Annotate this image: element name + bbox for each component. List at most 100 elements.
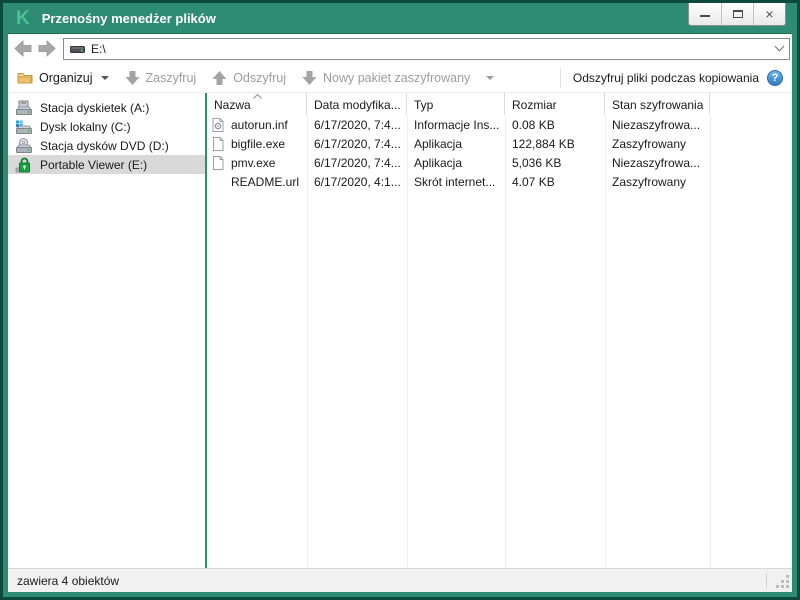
- file-type: Aplikacja: [407, 137, 505, 151]
- address-dropdown-icon[interactable]: [775, 42, 785, 52]
- file-size: 122,884 KB: [505, 137, 605, 151]
- close-icon: ×: [765, 7, 773, 21]
- sidebar-item-drive-c[interactable]: Dysk lokalny (C:): [8, 117, 205, 136]
- file-row-autorun[interactable]: autorun.inf 6/17/2020, 7:4... Informacje…: [207, 115, 792, 134]
- back-arrow-icon: [13, 40, 33, 57]
- column-label: Data modyfika...: [314, 98, 401, 112]
- decrypt-on-copy-label: Odszyfruj pliki podczas kopiowania: [573, 71, 759, 85]
- file-size: 5,036 KB: [505, 156, 605, 170]
- file-modified: 6/17/2020, 4:1...: [307, 175, 407, 189]
- file-type: Aplikacja: [407, 156, 505, 170]
- column-label: Stan szyfrowania: [612, 98, 703, 112]
- window-controls: ×: [688, 3, 786, 26]
- sidebar-item-drive-a[interactable]: Stacja dyskietek (A:): [8, 98, 205, 117]
- file-modified: 6/17/2020, 7:4...: [307, 118, 407, 132]
- encrypted-drive-icon: [15, 157, 33, 173]
- file-size: 0.08 KB: [505, 118, 605, 132]
- column-label: Nazwa: [214, 98, 251, 112]
- minimize-icon: [700, 15, 710, 17]
- column-header-filler: [710, 93, 792, 115]
- column-header-encryption[interactable]: Stan szyfrowania: [605, 93, 710, 115]
- address-text: E:\: [91, 42, 106, 56]
- file-list: Nazwa Data modyfika... Typ Rozmiar Stan …: [207, 93, 792, 568]
- column-header-name[interactable]: Nazwa: [207, 93, 307, 115]
- drives-sidebar: Stacja dyskietek (A:) Dysk lokalny (C:): [8, 93, 205, 568]
- minimize-button[interactable]: [689, 3, 721, 25]
- resize-grip-icon[interactable]: [786, 585, 789, 588]
- organize-caret-icon: [101, 76, 109, 80]
- decrypt-button[interactable]: Odszyfruj: [212, 70, 286, 86]
- dvd-drive-icon: [15, 138, 33, 154]
- package-caret-icon: [486, 76, 494, 80]
- decrypt-on-copy-button[interactable]: Odszyfruj pliki podczas kopiowania ?: [573, 70, 783, 86]
- navigation-bar: E:\: [8, 34, 792, 63]
- file-name: pmv.exe: [231, 156, 275, 170]
- kaspersky-logo-icon: K: [16, 9, 30, 28]
- decrypt-label: Odszyfruj: [233, 71, 286, 85]
- sort-ascending-icon: [253, 94, 262, 99]
- file-row-bigfile[interactable]: bigfile.exe 6/17/2020, 7:4... Aplikacja …: [207, 134, 792, 153]
- sidebar-item-drive-d[interactable]: Stacja dysków DVD (D:): [8, 136, 205, 155]
- column-header-size[interactable]: Rozmiar: [505, 93, 605, 115]
- column-header-modified[interactable]: Data modyfika...: [307, 93, 407, 115]
- file-list-header: Nazwa Data modyfika... Typ Rozmiar Stan …: [207, 93, 792, 115]
- file-encryption-status: Zaszyfrowany: [605, 137, 710, 151]
- file-modified: 6/17/2020, 7:4...: [307, 137, 407, 151]
- file-name: autorun.inf: [231, 118, 288, 132]
- file-name: bigfile.exe: [231, 137, 285, 151]
- file-encryption-status: Zaszyfrowany: [605, 175, 710, 189]
- back-button[interactable]: [11, 39, 35, 59]
- toolbar-separator: [560, 68, 561, 88]
- sidebar-item-label: Stacja dyskietek (A:): [40, 101, 149, 115]
- file-type: Skrót internet...: [407, 175, 505, 189]
- forward-arrow-icon: [37, 40, 57, 57]
- forward-button[interactable]: [35, 39, 59, 59]
- sidebar-item-drive-e[interactable]: Portable Viewer (E:): [8, 155, 205, 174]
- sidebar-item-label: Stacja dysków DVD (D:): [40, 139, 169, 153]
- decrypt-up-arrow-icon: [212, 70, 227, 86]
- close-button[interactable]: ×: [753, 3, 785, 25]
- encrypt-down-arrow-icon: [125, 70, 140, 86]
- column-label: Rozmiar: [512, 98, 557, 112]
- no-icon: [211, 175, 225, 189]
- organize-button[interactable]: Organizuj: [17, 71, 109, 85]
- file-modified: 6/17/2020, 7:4...: [307, 156, 407, 170]
- encrypt-button[interactable]: Zaszyfruj: [125, 70, 197, 86]
- maximize-icon: [733, 10, 743, 18]
- encrypt-label: Zaszyfruj: [146, 71, 197, 85]
- help-icon[interactable]: ?: [767, 70, 783, 86]
- organize-label: Organizuj: [39, 71, 93, 85]
- package-down-arrow-icon: [302, 70, 317, 86]
- address-bar[interactable]: E:\: [63, 38, 790, 60]
- sidebar-item-label: Portable Viewer (E:): [40, 158, 147, 172]
- sidebar-item-label: Dysk lokalny (C:): [40, 120, 131, 134]
- toolbar: Organizuj Zaszyfruj Odszyfruj Nowy pak: [8, 63, 792, 93]
- app-window: K Przenośny menedżer plików ×: [0, 0, 800, 600]
- file-name: README.url: [231, 175, 299, 189]
- file-type: Informacje Ins...: [407, 118, 505, 132]
- folder-icon: [17, 71, 33, 84]
- file-row-readme[interactable]: README.url 6/17/2020, 4:1... Skrót inter…: [207, 172, 792, 191]
- file-row-pmv[interactable]: pmv.exe 6/17/2020, 7:4... Aplikacja 5,03…: [207, 153, 792, 172]
- file-icon: [211, 137, 225, 151]
- new-encrypted-package-button[interactable]: Nowy pakiet zaszyfrowany: [302, 70, 494, 86]
- status-text: zawiera 4 obiektów: [17, 574, 119, 588]
- local-disk-icon: [15, 119, 33, 135]
- maximize-button[interactable]: [721, 3, 753, 25]
- new-encrypted-package-label: Nowy pakiet zaszyfrowany: [323, 71, 470, 85]
- column-header-type[interactable]: Typ: [407, 93, 505, 115]
- title-bar[interactable]: K Przenośny menedżer plików ×: [3, 3, 797, 33]
- main-area: Stacja dyskietek (A:) Dysk lokalny (C:): [8, 93, 792, 568]
- inf-file-icon: [211, 118, 225, 132]
- file-icon: [211, 156, 225, 170]
- window-title: Przenośny menedżer plików: [42, 11, 216, 26]
- client-area: E:\ Organizuj Zaszyfruj: [8, 33, 792, 592]
- status-separator: [766, 573, 767, 588]
- file-size: 4.07 KB: [505, 175, 605, 189]
- floppy-drive-icon: [15, 100, 33, 116]
- column-label: Typ: [414, 98, 433, 112]
- drive-icon: [70, 44, 85, 54]
- file-encryption-status: Niezaszyfrowa...: [605, 118, 710, 132]
- file-encryption-status: Niezaszyfrowa...: [605, 156, 710, 170]
- status-bar: zawiera 4 obiektów: [8, 568, 792, 592]
